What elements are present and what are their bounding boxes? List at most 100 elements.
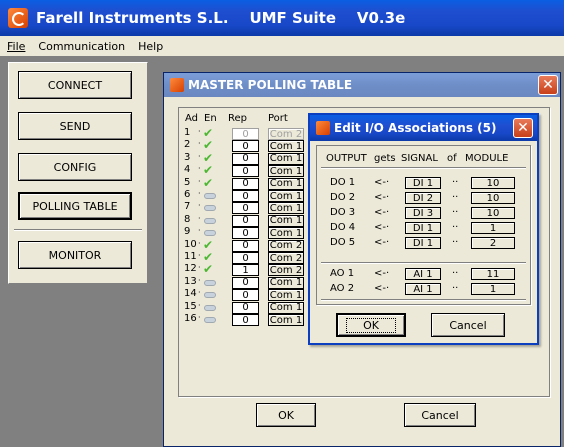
enabled-check-icon[interactable]: ✔ <box>203 251 215 263</box>
rep-field[interactable]: 0 <box>232 301 259 314</box>
enabled-check-icon[interactable]: ✔ <box>203 239 215 251</box>
header-ad: Ad <box>185 113 199 124</box>
row-address: 5 <box>184 176 191 188</box>
rep-field[interactable]: 0 <box>232 128 259 140</box>
row-address: 4 <box>184 164 191 176</box>
io-signal-select[interactable]: DI 1 <box>405 177 441 189</box>
row-address: 12 <box>184 263 197 275</box>
port-select[interactable]: Com 1 <box>268 214 304 227</box>
io-module-field[interactable]: 10 <box>471 177 515 189</box>
rep-field[interactable]: 0 <box>232 239 259 252</box>
rep-field[interactable]: 0 <box>232 214 259 227</box>
rep-field[interactable]: 0 <box>232 227 259 240</box>
menu-help[interactable]: Help <box>138 40 163 53</box>
rep-field[interactable]: 0 <box>232 165 259 178</box>
io-module-field[interactable]: 11 <box>471 268 515 280</box>
row-address-dot: · <box>198 189 201 198</box>
disabled-toggle-icon[interactable] <box>204 193 216 199</box>
io-module-field[interactable]: 10 <box>471 207 515 219</box>
connect-button[interactable]: CONNECT <box>18 71 132 99</box>
rep-field[interactable]: 0 <box>232 289 259 302</box>
rep-field[interactable]: 0 <box>232 177 259 190</box>
port-select[interactable]: Com 1 <box>268 276 304 289</box>
row-address-dot: · <box>198 313 201 322</box>
disabled-toggle-icon[interactable] <box>204 317 216 323</box>
io-head-output: OUTPUT <box>326 153 367 164</box>
port-select[interactable]: Com 1 <box>268 314 304 326</box>
rep-field[interactable]: 0 <box>232 202 259 215</box>
header-en: En <box>204 113 217 124</box>
io-signal-select[interactable]: AI 1 <box>405 268 441 280</box>
enabled-check-icon[interactable]: ✔ <box>203 263 215 275</box>
polling-table-button[interactable]: POLLING TABLE <box>18 192 132 220</box>
port-select[interactable]: Com 2 <box>268 239 304 252</box>
menu-file[interactable]: File <box>7 40 25 53</box>
io-arrow: <-· <box>374 283 390 294</box>
enabled-check-icon[interactable]: ✔ <box>203 152 215 164</box>
rep-field[interactable]: 1 <box>232 264 259 277</box>
disabled-toggle-icon[interactable] <box>204 217 216 224</box>
divider <box>14 229 142 231</box>
row-address: 1 <box>184 127 191 138</box>
rep-field[interactable]: 0 <box>232 152 259 165</box>
monitor-button[interactable]: MONITOR <box>18 241 132 269</box>
disabled-toggle-icon[interactable] <box>204 304 216 311</box>
row-address: 6 <box>184 189 191 200</box>
menu-communication[interactable]: Communication <box>38 40 125 53</box>
row-address: 13 <box>184 275 197 287</box>
io-separator: ·· <box>452 237 459 248</box>
io-arrow: <-· <box>374 192 390 203</box>
port-select[interactable]: Com 1 <box>268 190 304 202</box>
io-output: DO 2 <box>330 192 356 203</box>
io-module-field[interactable]: 2 <box>471 237 515 249</box>
close-icon[interactable]: ✕ <box>538 75 558 95</box>
port-select[interactable]: Com 2 <box>268 128 304 140</box>
io-divider-bottom <box>321 299 526 301</box>
io-head-gets: gets <box>374 153 396 164</box>
disabled-toggle-icon[interactable] <box>204 205 216 212</box>
dialog-close-icon[interactable]: ✕ <box>513 118 533 138</box>
port-select[interactable]: Com 1 <box>268 152 304 165</box>
disabled-toggle-icon[interactable] <box>204 292 216 299</box>
io-module-field[interactable]: 10 <box>471 192 515 204</box>
enabled-check-icon[interactable]: ✔ <box>203 127 215 139</box>
io-signal-select[interactable]: DI 1 <box>405 237 441 249</box>
enabled-check-icon[interactable]: ✔ <box>203 164 215 176</box>
io-output: DO 5 <box>330 237 356 248</box>
port-select[interactable]: Com 2 <box>268 252 304 264</box>
rep-field[interactable]: 0 <box>232 314 259 326</box>
rep-field[interactable]: 0 <box>232 140 259 153</box>
left-panel: CONNECT SEND CONFIG POLLING TABLE MONITO… <box>8 62 148 284</box>
polling-cancel-button[interactable]: Cancel <box>404 403 476 427</box>
disabled-toggle-icon[interactable] <box>204 230 216 237</box>
port-select[interactable]: Com 1 <box>268 165 304 178</box>
rep-field[interactable]: 0 <box>232 252 259 264</box>
io-cancel-button[interactable]: Cancel <box>431 313 505 337</box>
enabled-check-icon[interactable]: ✔ <box>203 177 215 189</box>
enabled-check-icon[interactable]: ✔ <box>203 139 215 151</box>
io-ok-button[interactable]: OK <box>336 313 406 337</box>
io-signal-select[interactable]: DI 2 <box>405 192 441 204</box>
port-select[interactable]: Com 1 <box>268 202 304 215</box>
disabled-toggle-icon[interactable] <box>204 279 216 286</box>
port-select[interactable]: Com 1 <box>268 140 304 153</box>
rep-field[interactable]: 0 <box>232 190 259 202</box>
polling-ok-button[interactable]: OK <box>256 403 316 427</box>
io-output: AO 1 <box>330 268 355 279</box>
io-module-field[interactable]: 1 <box>471 283 515 295</box>
port-select[interactable]: Com 1 <box>268 227 304 240</box>
row-address-dot: · <box>198 251 201 260</box>
io-divider-top <box>321 167 526 169</box>
io-signal-select[interactable]: DI 1 <box>405 222 441 234</box>
io-signal-select[interactable]: DI 3 <box>405 207 441 219</box>
port-select[interactable]: Com 1 <box>268 177 304 190</box>
send-button[interactable]: SEND <box>18 112 132 140</box>
row-address: 16 <box>184 313 197 324</box>
io-signal-select[interactable]: AI 1 <box>405 283 441 295</box>
port-select[interactable]: Com 1 <box>268 289 304 302</box>
port-select[interactable]: Com 2 <box>268 264 304 277</box>
io-module-field[interactable]: 1 <box>471 222 515 234</box>
port-select[interactable]: Com 1 <box>268 301 304 314</box>
rep-field[interactable]: 0 <box>232 276 259 289</box>
config-button[interactable]: CONFIG <box>18 153 132 181</box>
